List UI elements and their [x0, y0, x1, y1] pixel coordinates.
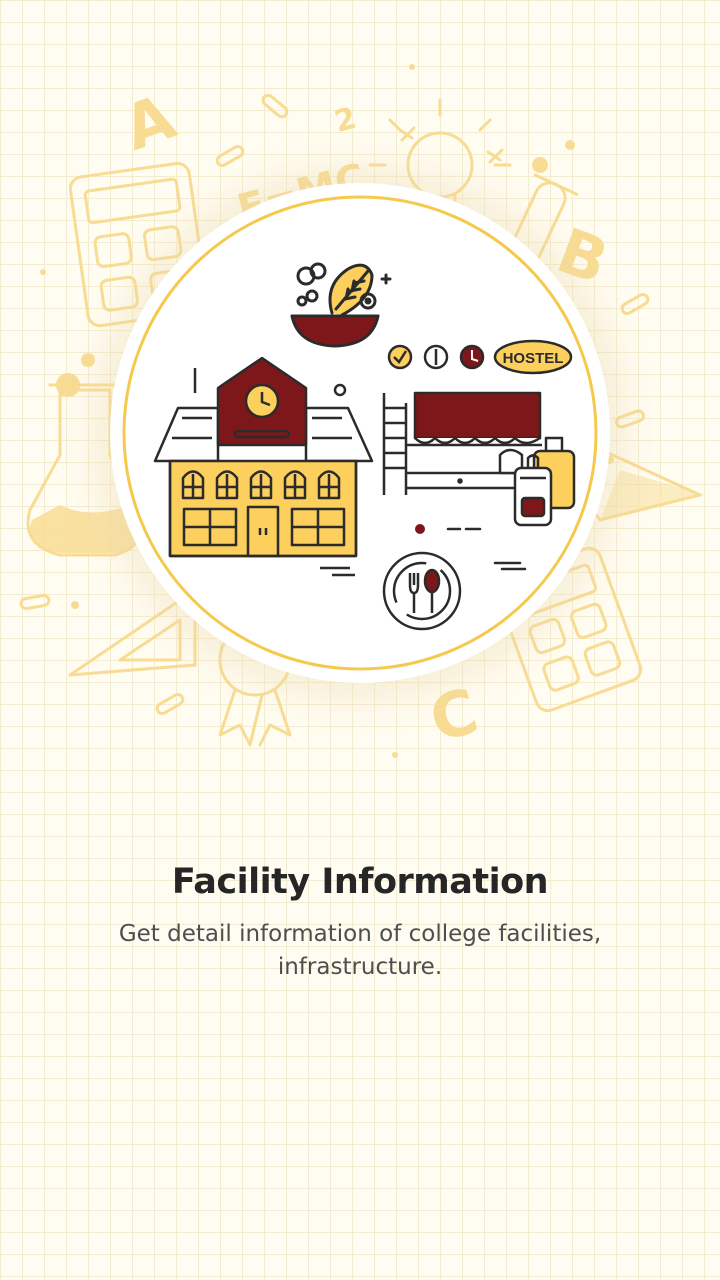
page-title: Facility Information [171, 862, 549, 902]
hostel-sign-text: HOSTEL [503, 350, 564, 367]
hero-illustration: HOSTEL [110, 183, 610, 683]
school-building-icon [153, 356, 374, 577]
formula-exponent: 2 [331, 101, 360, 140]
food-bowl-icon [290, 262, 392, 348]
clock-icons [387, 344, 485, 370]
hostel-sign: HOSTEL [493, 339, 573, 375]
letter-c: C [422, 674, 485, 756]
letter-a: A [114, 80, 184, 165]
page-description: Get detail information of college facili… [118, 921, 602, 980]
luggage-icon [513, 436, 576, 527]
plate-cutlery-icon [382, 551, 462, 631]
